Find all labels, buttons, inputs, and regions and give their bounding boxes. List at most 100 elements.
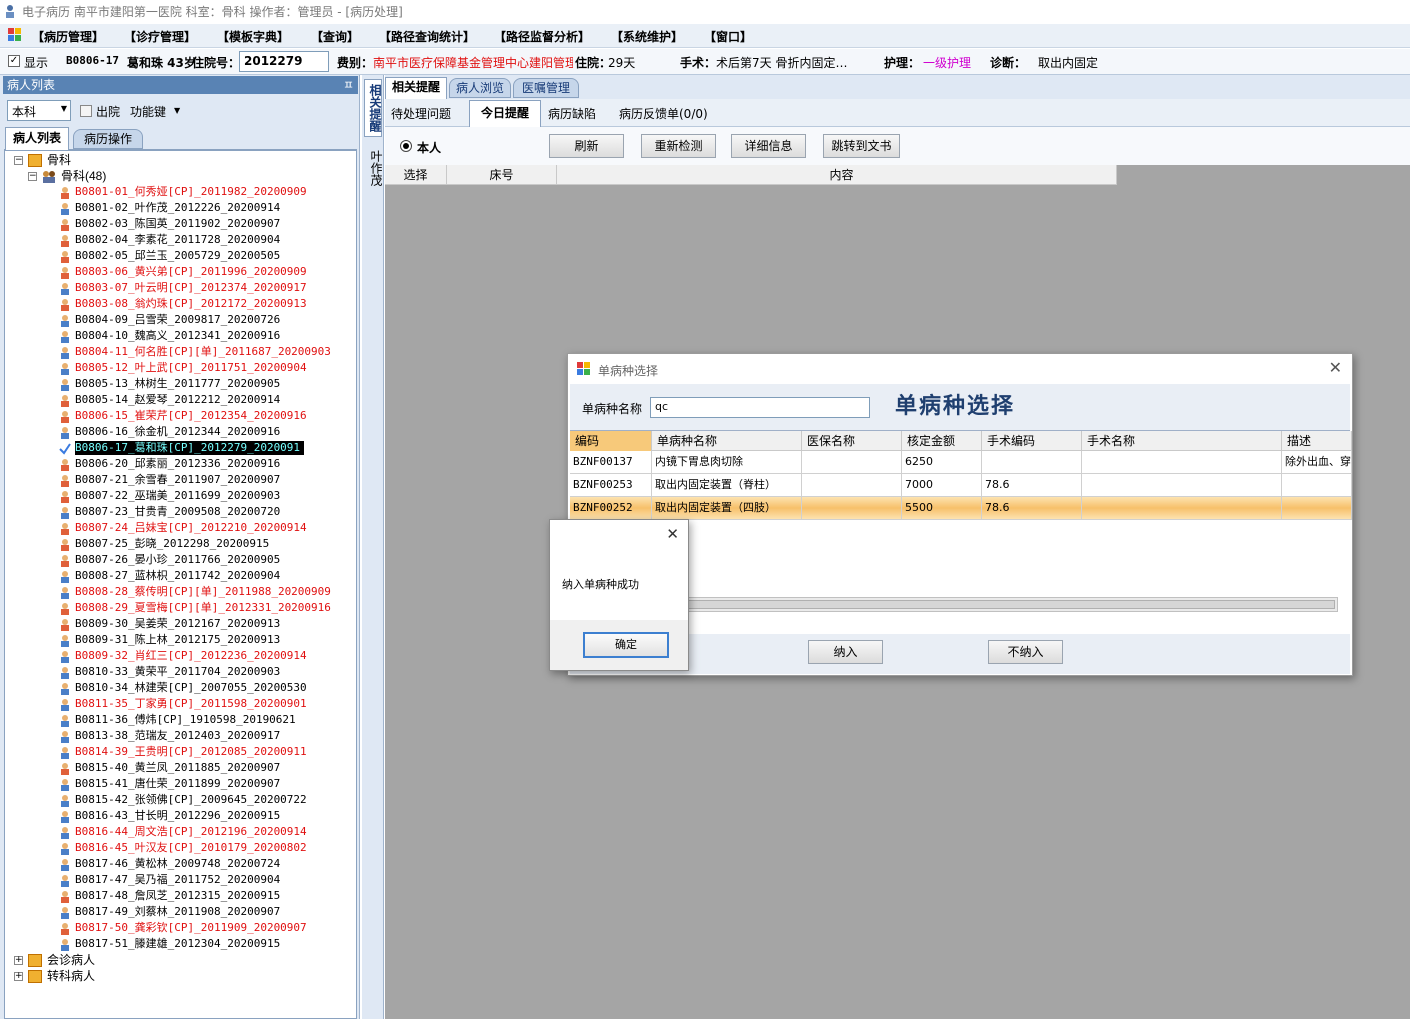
patient-tree-item[interactable]: B0807-22_巫瑞美_2011699_20200903 — [75, 489, 280, 503]
patient-tree-item[interactable]: B0804-10_魏高义_2012341_20200916 — [75, 329, 280, 343]
patient-tree-item[interactable]: B0801-02_叶作茂_2012226_20200914 — [75, 201, 280, 215]
patient-tree-item[interactable]: B0805-12_叶上武[CP]_2011751_20200904 — [75, 361, 307, 375]
col-content[interactable]: 内容 — [567, 165, 1117, 185]
patient-tree-item[interactable]: B0817-48_詹凤芝_2012315_20200915 — [75, 889, 280, 903]
patient-tree-item[interactable]: B0803-06_黄兴弟[CP]_2011996_20200909 — [75, 265, 307, 279]
tab-related-reminders[interactable]: 相关提醒 — [385, 77, 447, 99]
patient-tree-item[interactable]: B0802-03_陈国英_2011902_20200907 — [75, 217, 280, 231]
menu-treatment-management[interactable]: 【诊疗管理】 — [124, 28, 196, 45]
patient-tree-item[interactable]: B0816-44_周文浩[CP]_2012196_20200914 — [75, 825, 307, 839]
show-checkbox[interactable]: ✓ — [8, 55, 20, 67]
tab-record-operations[interactable]: 病历操作 — [73, 129, 143, 149]
patient-tree-item[interactable]: B0807-21_余雪春_2011907_20200907 — [75, 473, 280, 487]
col-approved-amount[interactable]: 核定金额 — [902, 431, 982, 451]
patient-tree-item[interactable]: B0817-47_吴乃福_2011752_20200904 — [75, 873, 280, 887]
tab-pending-issues[interactable]: 待处理问题 — [391, 105, 451, 122]
function-key-menu[interactable]: 功能键 — [130, 103, 166, 120]
patient-tree-item[interactable]: B0801-01_何秀娅[CP]_2011982_20200909 — [75, 185, 307, 199]
patient-tree-item[interactable]: B0814-39_王贵明[CP]_2012085_20200911 — [75, 745, 307, 759]
pin-icon[interactable]: ㅍ — [343, 76, 354, 94]
tab-feedback[interactable]: 病历反馈单(0/0) — [619, 105, 708, 122]
collapse-icon[interactable]: − — [28, 172, 37, 181]
patient-tree-item[interactable]: B0809-32_肖红三[CP]_2012236_20200914 — [75, 649, 307, 663]
patient-tree-item[interactable]: B0817-51_滕建雄_2012304_20200915 — [75, 937, 280, 951]
patient-tree-item[interactable]: B0816-43_甘长明_2012296_20200915 — [75, 809, 280, 823]
dept-select[interactable]: 本科 ▼ — [7, 100, 71, 121]
close-icon[interactable]: ✕ — [666, 525, 679, 543]
menu-record-management[interactable]: 【病历管理】 — [32, 28, 104, 45]
patient-tree-item[interactable]: B0806-16_徐金机_2012344_20200916 — [75, 425, 280, 439]
patient-tree-item[interactable]: B0817-49_刘蔡林_2011908_20200907 — [75, 905, 280, 919]
patient-tree-item[interactable]: B0804-09_吕雪荣_2009817_20200726 — [75, 313, 280, 327]
tree-group-label[interactable]: 骨科(48) — [61, 169, 106, 183]
menu-query[interactable]: 【查询】 — [311, 28, 359, 45]
vtab-doctor[interactable]: 叶作茂 — [364, 145, 383, 191]
patient-tree-item[interactable]: B0815-42_张领佛[CP]_2009645_20200722 — [75, 793, 307, 807]
patient-tree-item[interactable]: B0808-27_蓝林枳_2011742_20200904 — [75, 569, 280, 583]
disease-row[interactable]: BZNF00137 内镜下胃息肉切除 6250 除外出血、穿 — [570, 451, 1352, 474]
patient-tree-item[interactable]: B0808-29_夏雪梅[CP][单]_2012331_20200916 — [75, 601, 331, 615]
discharged-checkbox[interactable] — [80, 105, 92, 117]
tab-patient-list[interactable]: 病人列表 — [5, 127, 69, 150]
tab-order-management[interactable]: 医嘱管理 — [513, 78, 579, 98]
refresh-button[interactable]: 刷新 — [549, 134, 624, 158]
col-disease-name[interactable]: 单病种名称 — [652, 431, 802, 451]
menu-window[interactable]: 【窗口】 — [704, 28, 752, 45]
disease-search-input[interactable]: qc — [650, 397, 870, 418]
vtab-related-reminders[interactable]: 相关提醒 — [364, 79, 382, 137]
expand-icon[interactable]: + — [14, 956, 23, 965]
patient-tree-item[interactable]: B0815-41_唐仕荣_2011899_20200907 — [75, 777, 280, 791]
patient-tree-item[interactable]: B0810-33_黄荣平_2011704_20200903 — [75, 665, 280, 679]
recheck-button[interactable]: 重新检测 — [641, 134, 716, 158]
patient-tree-item[interactable]: B0804-11_何名胜[CP][单]_2011687_20200903 — [75, 345, 331, 359]
patient-tree-item[interactable]: B0802-04_李素花_2011728_20200904 — [75, 233, 280, 247]
tab-patient-browse[interactable]: 病人浏览 — [449, 78, 511, 98]
disease-row[interactable]: BZNF00253 取出内固定装置（脊柱） 7000 78.6 — [570, 474, 1352, 497]
col-surgery-name[interactable]: 手术名称 — [1082, 431, 1282, 451]
patient-tree-item[interactable]: B0802-05_邱兰玉_2005729_20200505 — [75, 249, 280, 263]
col-surgery-code[interactable]: 手术编码 — [982, 431, 1082, 451]
patient-tree-item[interactable]: B0807-24_吕妹宝[CP]_2012210_20200914 — [75, 521, 307, 535]
function-key-dropdown-icon[interactable]: ▼ — [174, 106, 180, 115]
tree-transfer-label[interactable]: 转科病人 — [47, 969, 95, 983]
menu-path-supervision[interactable]: 【路径监督分析】 — [494, 28, 590, 45]
patient-tree-item[interactable]: B0815-40_黄兰凤_2011885_20200907 — [75, 761, 280, 775]
patient-tree-item[interactable]: B0816-45_叶汉友[CP]_2010179_20200802 — [75, 841, 307, 855]
expand-icon[interactable]: + — [14, 972, 23, 981]
patient-tree-item[interactable]: B0807-26_晏小珍_2011766_20200905 — [75, 553, 280, 567]
patient-tree-item[interactable]: B0807-23_甘贵青_2009508_20200720 — [75, 505, 280, 519]
col-insurance-name[interactable]: 医保名称 — [802, 431, 902, 451]
col-description[interactable]: 描述 — [1282, 431, 1352, 451]
tree-consult-label[interactable]: 会诊病人 — [47, 953, 95, 967]
patient-tree-item[interactable]: B0809-30_吴姜荣_2012167_20200913 — [75, 617, 280, 631]
collapse-icon[interactable]: − — [14, 156, 23, 165]
patient-tree-item[interactable]: B0806-20_邱素丽_2012336_20200916 — [75, 457, 280, 471]
patient-tree-item[interactable]: B0806-15_崔荣芹[CP]_2012354_20200916 — [75, 409, 307, 423]
details-button[interactable]: 详细信息 — [731, 134, 806, 158]
tab-today-reminders[interactable]: 今日提醒 — [469, 100, 541, 127]
tab-record-defects[interactable]: 病历缺陷 — [548, 105, 596, 122]
admission-no-field[interactable]: 2012279 — [239, 51, 329, 72]
patient-tree-item[interactable]: B0806-17_葛和珠[CP]_2012279_2020091 — [75, 441, 305, 455]
patient-tree-item[interactable]: B0803-07_叶云明[CP]_2012374_20200917 — [75, 281, 307, 295]
patient-tree-item[interactable]: B0807-25_彭晓_2012298_20200915 — [75, 537, 269, 551]
patient-tree-item[interactable]: B0805-14_赵爱琴_2012212_20200914 — [75, 393, 280, 407]
patient-tree-item[interactable]: B0809-31_陈上林_2012175_20200913 — [75, 633, 280, 647]
patient-tree-item[interactable]: B0808-28_蔡传明[CP][单]_2011988_20200909 — [75, 585, 331, 599]
ok-button[interactable]: 确定 — [583, 632, 669, 658]
disease-row[interactable]: BZNF00252 取出内固定装置（四肢） 5500 78.6 — [570, 497, 1352, 520]
jump-to-document-button[interactable]: 跳转到文书 — [823, 134, 900, 158]
self-radio[interactable] — [400, 140, 412, 152]
menu-template-dictionary[interactable]: 【模板字典】 — [217, 28, 289, 45]
menu-path-query-stats[interactable]: 【路径查询统计】 — [379, 28, 475, 45]
tree-root-label[interactable]: 骨科 — [47, 153, 71, 167]
patient-tree-item[interactable]: B0811-35_丁家勇[CP]_2011598_20200901 — [75, 697, 307, 711]
col-select[interactable]: 选择 — [385, 165, 447, 185]
exclude-button[interactable]: 不纳入 — [988, 640, 1063, 664]
patient-tree-item[interactable]: B0811-36_傅炜[CP]_1910598_20190621 — [75, 713, 296, 727]
patient-tree-item[interactable]: B0810-34_林建荣[CP]_2007055_20200530 — [75, 681, 307, 695]
col-code[interactable]: 编码 — [570, 431, 652, 451]
menu-system-maintenance[interactable]: 【系统维护】 — [611, 28, 683, 45]
patient-tree-item[interactable]: B0805-13_林树生_2011777_20200905 — [75, 377, 280, 391]
include-button[interactable]: 纳入 — [808, 640, 883, 664]
